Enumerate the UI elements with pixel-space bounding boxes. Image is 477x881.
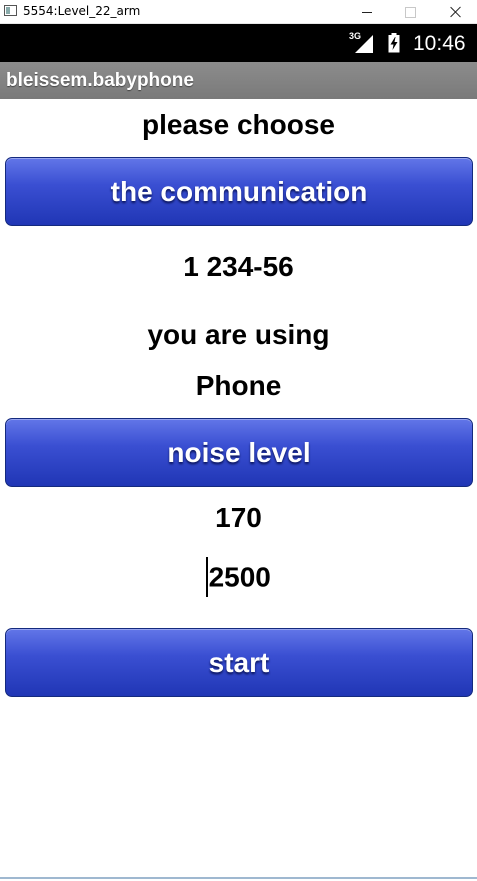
- text-cursor: [206, 557, 208, 597]
- communication-button[interactable]: the communication: [5, 157, 473, 226]
- minimize-button[interactable]: [347, 0, 387, 24]
- start-button[interactable]: start: [5, 628, 473, 697]
- status-clock: 10:46: [413, 32, 466, 55]
- window-bottom-border: [0, 877, 477, 879]
- maximize-button[interactable]: [390, 0, 430, 24]
- using-value: Phone: [195, 370, 282, 401]
- choose-label: please choose: [142, 109, 335, 140]
- window-titlebar: 5554:Level_22_arm: [0, 0, 477, 24]
- maximize-icon: [404, 6, 416, 18]
- close-button[interactable]: [436, 0, 476, 24]
- minimize-icon: [362, 11, 372, 13]
- battery-charging-icon: [388, 33, 400, 53]
- duration-field[interactable]: 2500: [0, 557, 477, 599]
- using-label: you are using: [147, 319, 330, 350]
- window-title: 5554:Level_22_arm: [23, 4, 141, 18]
- app-titlebar: bleissem.babyphone: [0, 62, 477, 99]
- status-bar: 3G 10:46: [0, 24, 477, 62]
- noise-level-field[interactable]: 170: [0, 502, 477, 534]
- duration-value: 2500: [208, 561, 271, 593]
- signal-icon: [355, 35, 373, 53]
- app-title: bleissem.babyphone: [6, 70, 194, 91]
- noise-level-button[interactable]: noise level: [5, 418, 473, 487]
- close-icon: [450, 6, 462, 18]
- phone-number: 1 234-56: [183, 251, 294, 282]
- app-window-icon: [4, 5, 17, 16]
